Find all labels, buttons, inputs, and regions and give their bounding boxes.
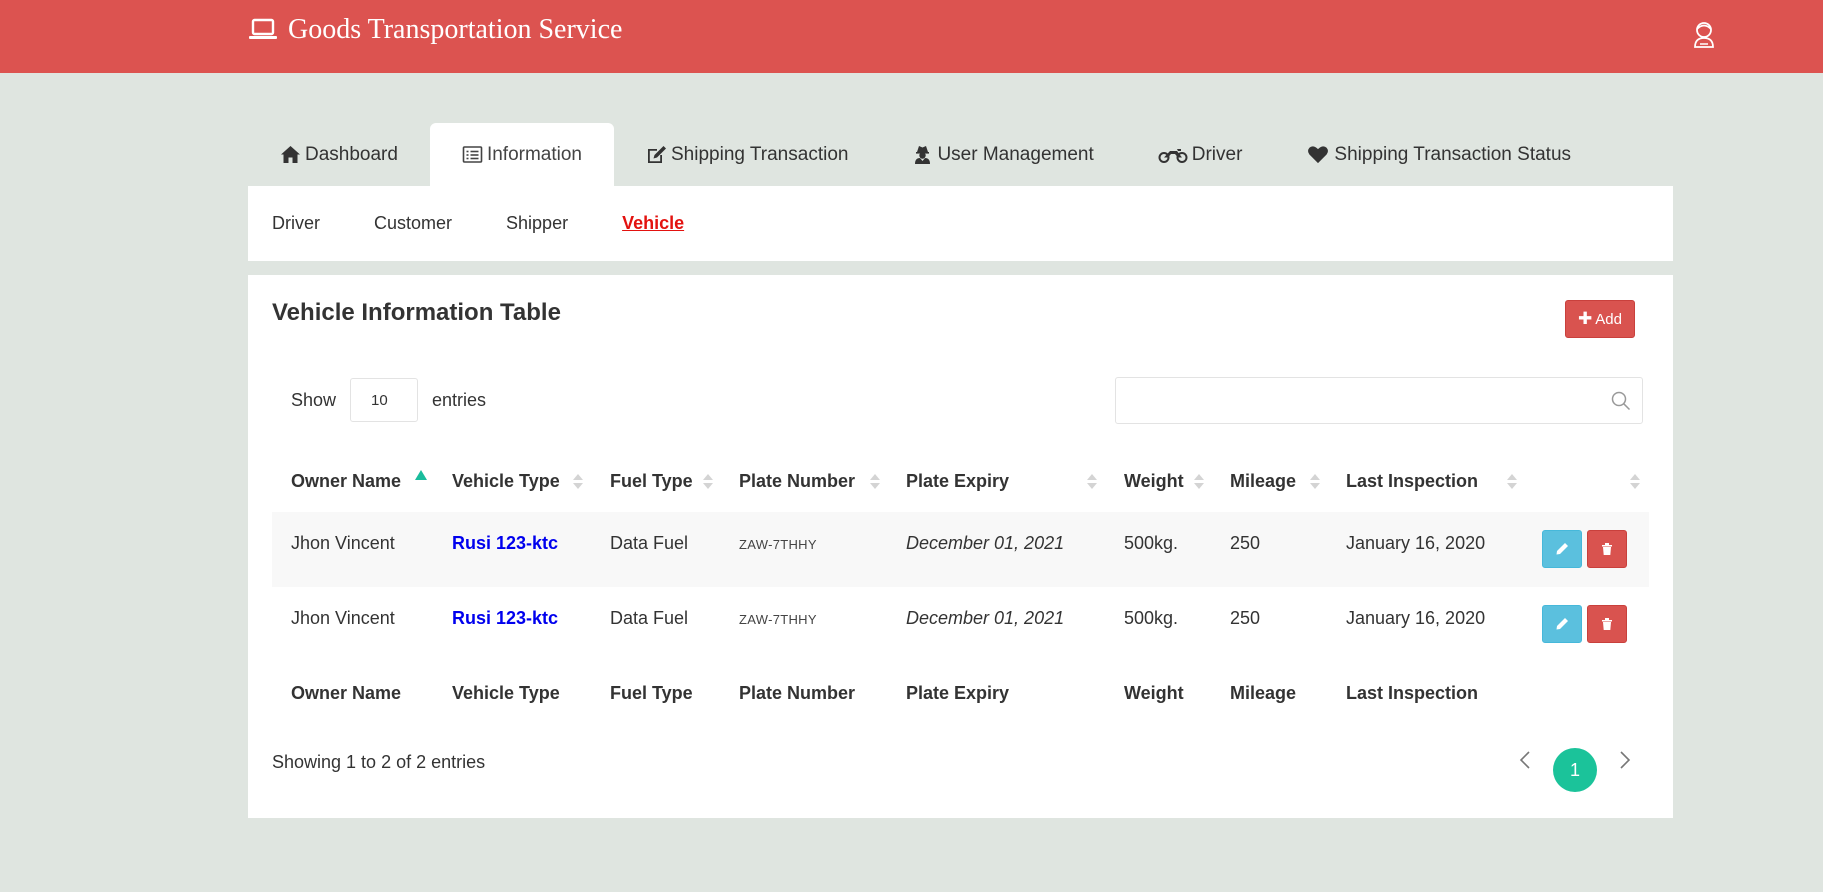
sort-icon[interactable] (573, 474, 583, 490)
home-icon (281, 146, 300, 163)
col-last-inspection[interactable]: Last Inspection (1346, 471, 1478, 492)
edit-button[interactable] (1542, 530, 1582, 568)
sort-icon[interactable] (1194, 474, 1204, 490)
cell-last-inspection: January 16, 2020 (1346, 608, 1486, 628)
subnav-item-customer[interactable]: Customer (374, 213, 452, 234)
trash-icon (1602, 543, 1612, 555)
delete-button[interactable] (1587, 530, 1627, 568)
heart-icon (1308, 146, 1329, 164)
list-alt-icon (462, 146, 483, 163)
tab-driver-label: Driver (1191, 143, 1243, 165)
search-input[interactable] (1116, 378, 1642, 423)
cell-plate-number: ZAW-7THHY (739, 537, 817, 552)
entries-label: entries (432, 389, 487, 410)
brand[interactable]: Goods Transportation Service (248, 14, 622, 46)
col-plate-expiry[interactable]: Plate Expiry (906, 471, 1009, 492)
cell-vehicle-type-link[interactable]: Rusi 123-ktc (452, 608, 558, 629)
col-weight[interactable]: Weight (1124, 471, 1184, 492)
col-fuel-type[interactable]: Fuel Type (610, 471, 693, 492)
sub-nav: Driver Customer Shipper Vehicle (248, 186, 1673, 261)
entries-value: 10 (371, 391, 388, 409)
cell-mileage: 250 (1230, 533, 1261, 553)
cell-weight: 500kg. (1124, 533, 1179, 553)
delete-button[interactable] (1587, 605, 1627, 643)
cell-mileage: 250 (1230, 608, 1261, 628)
cell-last-inspection: January 16, 2020 (1346, 533, 1486, 553)
tab-information[interactable]: Information (429, 123, 614, 186)
add-button-label: Add (1595, 310, 1622, 328)
cell-plate-expiry: December 01, 2021 (906, 533, 1065, 553)
sort-icon[interactable] (703, 474, 713, 490)
subnav-item-vehicle[interactable]: Vehicle (622, 213, 684, 234)
user-avatar-icon[interactable] (1692, 20, 1716, 48)
sort-icon[interactable] (1087, 474, 1097, 490)
tab-shipping-transaction-label: Shipping Transaction (671, 143, 849, 165)
col-plate-number[interactable]: Plate Number (739, 471, 855, 492)
foot-col-last-inspection: Last Inspection (1346, 683, 1479, 703)
sort-icon[interactable] (1630, 474, 1640, 490)
foot-col-mileage: Mileage (1230, 683, 1297, 703)
user-secret-icon (915, 146, 931, 164)
edit-icon (648, 146, 666, 163)
subnav-item-driver[interactable]: Driver (272, 213, 320, 234)
tab-dashboard-label: Dashboard (305, 143, 398, 165)
foot-col-vehicle-type: Vehicle Type (452, 683, 560, 703)
pencil-icon (1556, 618, 1568, 630)
tab-user-management-label: User Management (937, 143, 1094, 165)
tab-user-management[interactable]: User Management (880, 123, 1125, 186)
table-info: Showing 1 to 2 of 2 entries (272, 752, 486, 772)
length-menu: Show 10 entries (291, 378, 486, 422)
cell-weight: 500kg. (1124, 608, 1179, 628)
sort-icon[interactable] (1310, 474, 1320, 490)
add-button[interactable]: ✚ Add (1565, 300, 1635, 338)
cell-owner-name: Jhon Vincent (291, 533, 395, 553)
vehicle-card: Vehicle Information Table ✚ Add Show 10 … (248, 275, 1673, 818)
cell-fuel-type: Data Fuel (610, 533, 689, 553)
tab-shipping-transaction-status[interactable]: Shipping Transaction Status (1274, 123, 1603, 186)
page-button-current[interactable]: 1 (1553, 748, 1597, 792)
motorcycle-icon (1158, 149, 1188, 163)
cell-plate-expiry: December 01, 2021 (906, 608, 1065, 628)
foot-col-fuel-type: Fuel Type (610, 683, 693, 703)
sort-icon[interactable] (870, 474, 880, 490)
col-vehicle-type[interactable]: Vehicle Type (452, 471, 560, 492)
entries-select[interactable]: 10 (350, 378, 419, 422)
tab-information-label: Information (486, 143, 582, 165)
foot-col-weight: Weight (1124, 683, 1184, 703)
top-bar: Goods Transportation Service (0, 0, 1823, 73)
edit-button[interactable] (1542, 605, 1582, 643)
main-tabs: Dashboard Information Shipping Transacti… (248, 123, 1603, 186)
plus-icon: ✚ (1578, 309, 1593, 328)
cell-plate-number: ZAW-7THHY (739, 612, 817, 627)
sort-icon[interactable] (1507, 474, 1517, 490)
tab-dashboard[interactable]: Dashboard (248, 123, 430, 186)
sort-asc-icon[interactable] (415, 470, 427, 480)
foot-col-owner-name: Owner Name (291, 683, 402, 703)
laptop-icon (249, 18, 277, 39)
chevron-left-icon[interactable] (1516, 750, 1536, 770)
tab-shipping-transaction-status-label: Shipping Transaction Status (1334, 143, 1572, 165)
tab-shipping-transaction[interactable]: Shipping Transaction (614, 123, 880, 186)
cell-owner-name: Jhon Vincent (291, 608, 395, 628)
search-box (1115, 377, 1643, 424)
app-title: Goods Transportation Service (288, 14, 623, 45)
cell-fuel-type: Data Fuel (610, 608, 689, 628)
col-owner-name[interactable]: Owner Name (291, 471, 401, 492)
foot-col-plate-number: Plate Number (739, 683, 856, 703)
foot-col-plate-expiry: Plate Expiry (906, 683, 1010, 703)
cell-vehicle-type-link[interactable]: Rusi 123-ktc (452, 533, 558, 554)
card-title: Vehicle Information Table (272, 299, 561, 326)
show-label: Show (291, 389, 337, 410)
pencil-icon (1556, 543, 1568, 555)
subnav-item-shipper[interactable]: Shipper (506, 213, 568, 234)
chevron-right-icon[interactable] (1614, 750, 1634, 770)
search-icon[interactable] (1610, 390, 1632, 412)
trash-icon (1602, 618, 1612, 630)
tab-driver[interactable]: Driver (1126, 123, 1275, 186)
col-mileage[interactable]: Mileage (1230, 471, 1296, 492)
